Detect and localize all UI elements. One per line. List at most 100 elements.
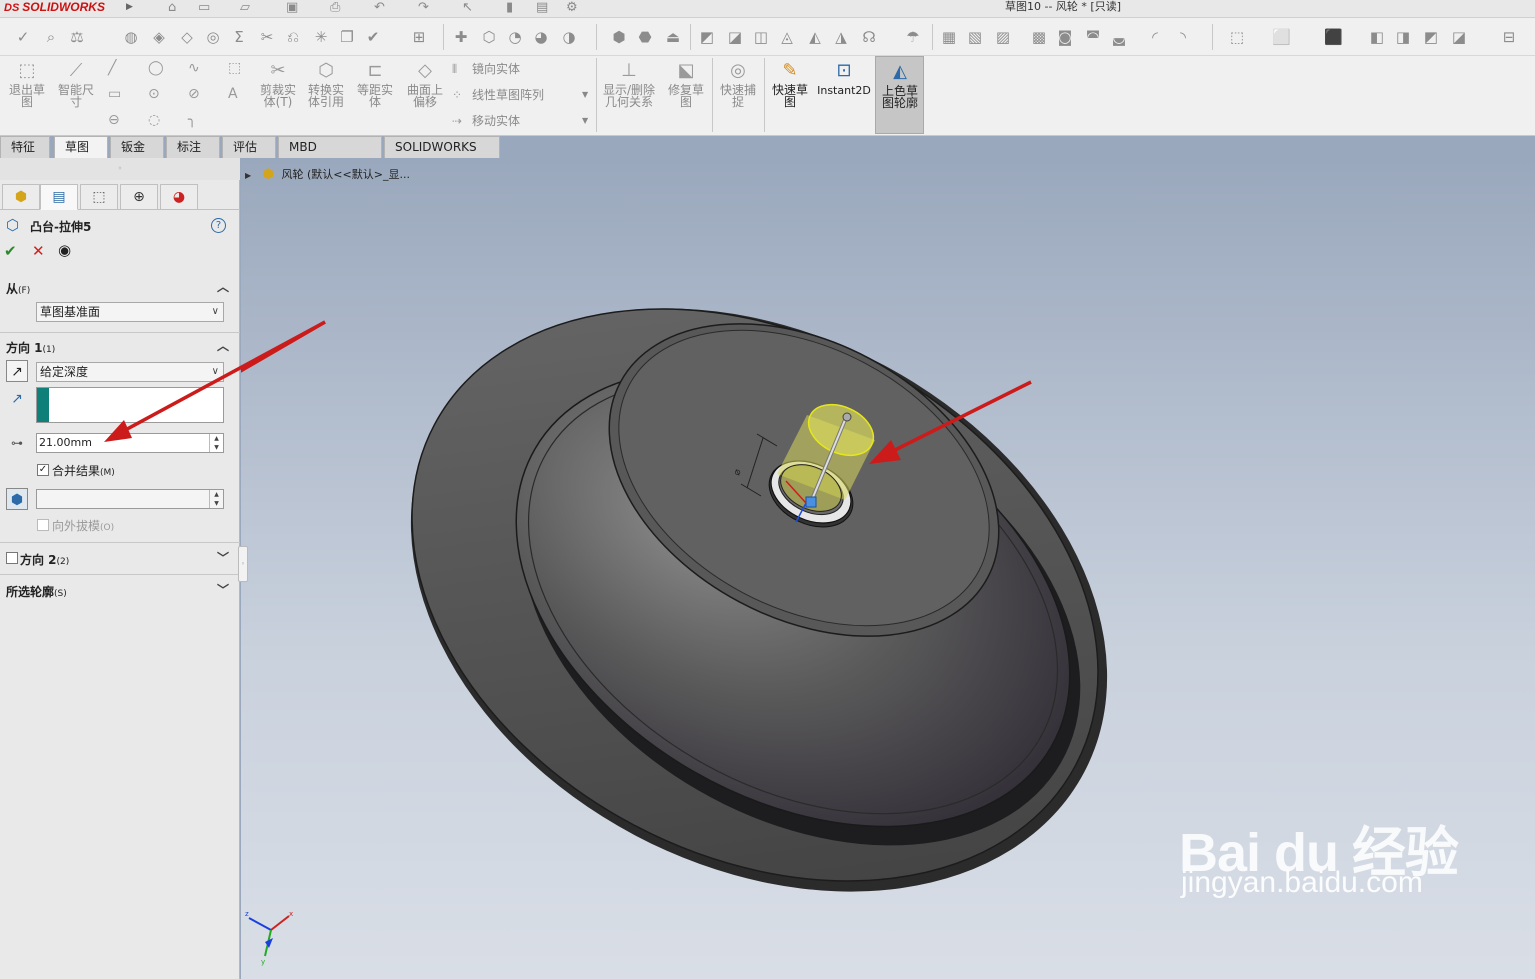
direction2-group-header[interactable]: 方向 2(2) ﹀ (14, 549, 240, 569)
sheet-icon-3[interactable]: ⏏ (664, 28, 682, 46)
handle-point[interactable] (805, 496, 817, 508)
surface-icon-2[interactable]: ◪ (726, 28, 744, 46)
tab-markup[interactable]: 标注 (166, 136, 220, 158)
view-icon-8[interactable]: ⊟ (1500, 28, 1518, 46)
from-group-header[interactable]: 从(F) ︿ (0, 278, 240, 298)
draft-spinner[interactable]: ▲ ▼ (209, 490, 223, 508)
feature-icon-2[interactable]: ⬡ (480, 28, 498, 46)
print-icon[interactable]: ⎙ (330, 0, 340, 15)
view-icon-7[interactable]: ◪ (1450, 28, 1468, 46)
slot-icon[interactable]: ⊙ (148, 86, 160, 102)
collapse-chevron-icon[interactable]: ︿ (217, 337, 229, 354)
select-icon[interactable]: ↖ (462, 0, 473, 15)
configuration-tab-icon[interactable]: ⬚ (80, 184, 118, 210)
mold-icon-1[interactable]: ▦ (940, 28, 958, 46)
view-icon-3[interactable]: ⬛ (1324, 28, 1343, 46)
tools-icon[interactable]: ✂ (258, 28, 276, 46)
undo-icon[interactable]: ↶ (374, 0, 385, 15)
save-icon[interactable]: ▣ (286, 0, 298, 15)
draft-angle-input[interactable]: ▲ ▼ (36, 489, 224, 509)
convert-entities-button[interactable]: ⬡ 转换实体引用 (304, 60, 348, 108)
light-icon[interactable]: ✳ (312, 28, 330, 46)
tab-solidworks-addins[interactable]: SOLIDWORKS 插件 (384, 136, 500, 175)
circle-icon[interactable]: ◯ (148, 60, 164, 76)
panel-collapse-handle[interactable]: ◦ (238, 546, 248, 582)
view-icon-5[interactable]: ◨ (1394, 28, 1412, 46)
graphics-area[interactable]: ▶ ⬢ 风轮 (默认<<默认>_显... ⌕ ⌕ ✎ ◧ ◩ ⬛ ◉ ◈ ◈ ▭ (241, 158, 1535, 979)
view-icon-6[interactable]: ◩ (1422, 28, 1440, 46)
view-icon-1[interactable]: ⬚ (1228, 28, 1246, 46)
tab-evaluate[interactable]: 评估 (222, 136, 276, 158)
polygon-icon[interactable]: ⊘ (188, 86, 200, 102)
point-icon[interactable]: ⬚ (228, 60, 241, 76)
weld-icon-3[interactable]: ◚ (1084, 28, 1102, 46)
new-document-icon[interactable]: ▭ (198, 0, 210, 15)
chamfer-icon[interactable]: ╮ (188, 112, 196, 128)
surface-icon-3[interactable]: ◫ (752, 28, 770, 46)
display-delete-relations-button[interactable]: ⊥ 显示/删除几何关系 (600, 60, 658, 108)
direction-reference-box[interactable] (36, 387, 224, 423)
dimxpert-tab-icon[interactable]: ⊕ (120, 184, 158, 210)
property-manager-tab-icon[interactable]: ▤ (40, 184, 78, 210)
surface-icon-6[interactable]: ◮ (832, 28, 850, 46)
spell-check-icon[interactable]: ✓ (14, 28, 32, 46)
rapid-sketch-button[interactable]: ✎ 快速草图 (768, 60, 812, 108)
options-gear-icon[interactable]: ⚙ (566, 0, 578, 15)
offset-entities-button[interactable]: ⊏ 等距实体 (352, 60, 398, 108)
instant2d-button[interactable]: ⊡ Instant2D (816, 60, 872, 97)
feature-icon-3[interactable]: ◔ (506, 28, 524, 46)
repair-sketch-button[interactable]: ⬕ 修复草图 (664, 60, 708, 108)
surface-icon-1[interactable]: ◩ (698, 28, 716, 46)
fillet-icon[interactable]: ◌ (148, 112, 160, 128)
line-icon[interactable]: ╱ (108, 60, 116, 76)
zoom-select-icon[interactable]: ⌕ (42, 28, 60, 46)
sheet-icon-1[interactable]: ⬢ (610, 28, 628, 46)
rebuild-icon[interactable]: ▮ (506, 0, 513, 15)
file-properties-icon[interactable]: ▤ (536, 0, 548, 15)
sheet-icon-2[interactable]: ⬣ (636, 28, 654, 46)
offset-on-surface-button[interactable]: ◇ 曲面上偏移 (402, 60, 448, 108)
mass-properties-icon[interactable]: ◈ (150, 28, 168, 46)
collapse-chevron-icon[interactable]: ︿ (217, 278, 229, 295)
tab-sketch[interactable]: 草图 (54, 136, 108, 158)
grid-icon[interactable]: ⊞ (410, 28, 428, 46)
quick-snaps-button[interactable]: ◎ 快速捕捉 (716, 60, 760, 108)
copy-icon[interactable]: ❐ (338, 28, 356, 46)
text-icon[interactable]: A (228, 86, 238, 102)
redo-icon[interactable]: ↷ (418, 0, 429, 15)
ellipse-icon[interactable]: ⊖ (108, 112, 120, 128)
panel-grip-handle[interactable]: ◦ (0, 158, 240, 180)
check-icon[interactable]: ◎ (204, 28, 222, 46)
solidworks-logo[interactable]: DS SOLIDWORKS (4, 0, 105, 16)
ok-check-icon[interactable]: ✔ (4, 242, 17, 260)
linear-pattern-button[interactable]: ⁘ 线性草图阵列 (452, 86, 544, 103)
expand-chevron-icon[interactable]: ﹀ (217, 581, 229, 598)
weld-icon-1[interactable]: ▩ (1030, 28, 1048, 46)
sum-icon[interactable]: Σ (230, 28, 248, 46)
shaded-sketch-contours-button[interactable]: ◭ 上色草图轮廓 (875, 56, 924, 134)
preview-eye-icon[interactable]: ◉ (58, 241, 71, 259)
exit-sketch-button[interactable]: ⬚ 退出草图 (6, 60, 48, 108)
weld-icon-6[interactable]: ◝ (1174, 28, 1192, 46)
tab-features[interactable]: 特征 (0, 136, 50, 158)
draft-toggle-icon[interactable]: ⬢ (6, 488, 28, 510)
cancel-x-icon[interactable]: ✕ (32, 242, 45, 260)
check-sketch-icon[interactable]: ✔ (364, 28, 382, 46)
surface-icon-4[interactable]: ◬ (778, 28, 796, 46)
feature-icon-4[interactable]: ◕ (532, 28, 550, 46)
feature-tree-tab-icon[interactable]: ⬢ (2, 184, 40, 210)
surface-icon-7[interactable]: ☊ (860, 28, 878, 46)
tab-mbd-dimensions[interactable]: MBD Dimensions (278, 136, 382, 175)
move-entities-button[interactable]: ⇢ 移动实体 (452, 112, 520, 129)
help-icon[interactable]: ? (211, 218, 226, 233)
tab-sheet-metal[interactable]: 钣金 (110, 136, 164, 158)
dropdown-caret-icon[interactable]: ▼ (582, 116, 588, 125)
dropdown-caret-icon[interactable]: ▼ (582, 90, 588, 99)
mirror-entities-button[interactable]: ⫴ 镜向实体 (452, 60, 520, 77)
depth-input[interactable]: 21.00mm ▲ ▼ (36, 433, 224, 453)
spline-icon[interactable]: ∿ (188, 60, 200, 76)
smart-dimension-button[interactable]: ⟋ 智能尺寸 (54, 60, 98, 108)
scale-icon[interactable]: ⚖ (68, 28, 86, 46)
selected-contours-group-header[interactable]: 所选轮廓(S) ﹀ (0, 581, 240, 601)
expand-chevron-icon[interactable]: ﹀ (217, 549, 229, 566)
